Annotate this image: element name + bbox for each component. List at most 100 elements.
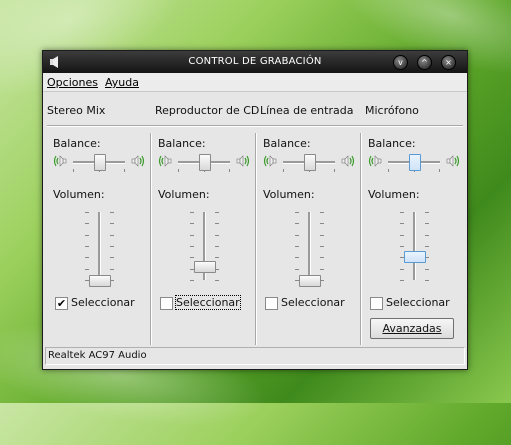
speaker-left-icon: [158, 155, 172, 167]
volume-tick: [425, 246, 429, 247]
select-checkbox-label[interactable]: Seleccionar: [281, 296, 345, 309]
column-separator: [150, 133, 152, 345]
volume-tick: [190, 223, 194, 225]
menu-help[interactable]: Ayuda: [105, 76, 139, 89]
volume-tick: [190, 257, 194, 259]
balance-slider-thumb[interactable]: [304, 154, 316, 171]
volume-tick: [400, 280, 404, 281]
volume-tick: [320, 268, 324, 270]
channel-title-line-in: Línea de entrada: [260, 104, 354, 117]
select-checkbox[interactable]: [160, 297, 173, 310]
volume-tick: [190, 280, 194, 281]
volume-tick: [215, 280, 219, 281]
volume-track[interactable]: [98, 212, 101, 280]
volume-slider-thumb[interactable]: [404, 251, 426, 264]
select-checkbox-label[interactable]: Seleccionar: [386, 296, 450, 309]
select-checkbox[interactable]: [370, 297, 383, 310]
balance-tick: [334, 169, 335, 172]
volume-tick: [320, 212, 324, 213]
speaker-right-icon: [131, 155, 145, 167]
volume-tick: [215, 257, 219, 259]
volume-tick: [295, 223, 299, 225]
balance-tick: [229, 169, 230, 172]
volume-tick: [320, 223, 324, 225]
speaker-right-icon: [341, 155, 355, 167]
volume-tick: [190, 246, 194, 247]
volume-track[interactable]: [413, 212, 416, 280]
volume-tick: [320, 257, 324, 259]
maximize-button[interactable]: ^: [417, 55, 432, 70]
menu-bar: Opciones Ayuda: [43, 73, 467, 92]
select-checkbox[interactable]: [265, 297, 278, 310]
status-bar: Realtek AC97 Audio: [45, 347, 465, 365]
volume-tick: [110, 246, 114, 247]
volume-tick: [215, 212, 219, 213]
advanced-button[interactable]: Avanzadas: [370, 318, 454, 339]
advanced-button-label: Avanzadas: [382, 322, 442, 335]
volume-tick: [85, 257, 89, 259]
balance-tick: [388, 169, 389, 172]
volume-tick: [85, 223, 89, 225]
header-divider: [47, 125, 463, 127]
volume-tick: [295, 212, 299, 213]
select-checkbox-label[interactable]: Seleccionar: [175, 295, 241, 310]
volume-tick: [400, 234, 404, 236]
speaker-left-icon: [368, 155, 382, 167]
volume-tick: [425, 234, 429, 236]
volume-label: Volumen:: [368, 188, 420, 201]
balance-label: Balance:: [368, 137, 416, 150]
balance-label: Balance:: [158, 137, 206, 150]
volume-tick: [190, 234, 194, 236]
close-button[interactable]: ×: [441, 55, 456, 70]
balance-slider-thumb[interactable]: [94, 154, 106, 171]
balance-tick: [124, 169, 125, 172]
volume-tick: [320, 246, 324, 247]
volume-label: Volumen:: [158, 188, 210, 201]
balance-slider-thumb[interactable]: [409, 154, 421, 171]
select-checkbox-label[interactable]: Seleccionar: [71, 296, 135, 309]
column-separator: [255, 133, 257, 345]
volume-tick: [215, 223, 219, 225]
volume-track[interactable]: [308, 212, 311, 280]
balance-label: Balance:: [53, 137, 101, 150]
balance-tick: [439, 169, 440, 172]
volume-tick: [110, 268, 114, 270]
volume-tick: [110, 257, 114, 259]
volume-slider-thumb[interactable]: [194, 261, 216, 274]
speaker-right-icon: [236, 155, 250, 167]
volume-tick: [85, 212, 89, 213]
column-separator: [360, 133, 362, 345]
volume-tick: [425, 212, 429, 213]
title-bar[interactable]: CONTROL DE GRABACIÓN v ^ ×: [43, 51, 467, 73]
select-checkbox[interactable]: ✔: [55, 297, 68, 310]
volume-tick: [110, 212, 114, 213]
volume-tick: [400, 268, 404, 270]
menu-options[interactable]: Opciones: [47, 76, 98, 89]
volume-tick: [400, 223, 404, 225]
balance-label: Balance:: [263, 137, 311, 150]
recording-control-window: CONTROL DE GRABACIÓN v ^ × Opciones Ayud…: [42, 50, 468, 370]
volume-slider-thumb[interactable]: [299, 275, 321, 287]
volume-tick: [425, 223, 429, 225]
volume-slider-thumb[interactable]: [89, 275, 111, 287]
volume-tick: [400, 246, 404, 247]
speaker-left-icon: [263, 155, 277, 167]
volume-tick: [85, 234, 89, 236]
channel-title-microphone: Micrófono: [365, 104, 419, 117]
balance-tick: [283, 169, 284, 172]
volume-tick: [400, 212, 404, 213]
balance-slider-thumb[interactable]: [199, 154, 211, 171]
volume-tick: [215, 234, 219, 236]
volume-tick: [295, 268, 299, 270]
volume-tick: [320, 234, 324, 236]
speaker-left-icon: [53, 155, 67, 167]
volume-tick: [110, 223, 114, 225]
volume-tick: [425, 280, 429, 281]
minimize-button[interactable]: v: [393, 55, 408, 70]
volume-tick: [295, 234, 299, 236]
channel-title-stereo-mix: Stereo Mix: [47, 104, 106, 117]
volume-tick: [215, 246, 219, 247]
volume-tick: [190, 212, 194, 213]
volume-label: Volumen:: [263, 188, 315, 201]
volume-tick: [295, 257, 299, 259]
